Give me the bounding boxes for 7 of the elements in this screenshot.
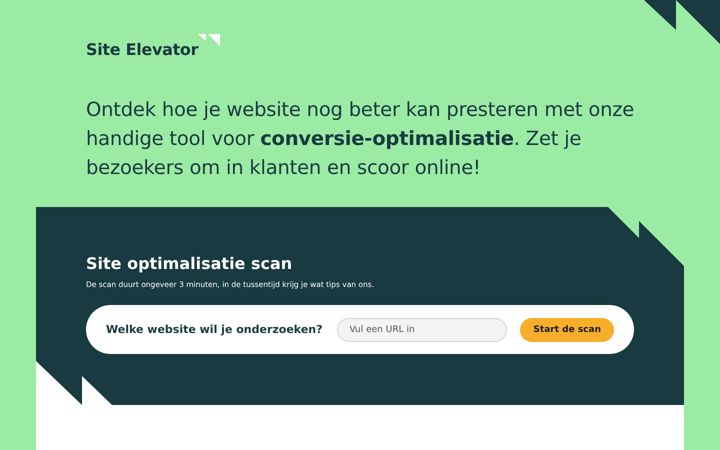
url-input-field[interactable]: Vul een URL in bbox=[336, 318, 508, 342]
logo-icon bbox=[198, 34, 220, 48]
brand-name: Site Elevator bbox=[86, 40, 198, 59]
scan-title: Site optimalisatie scan bbox=[86, 254, 294, 273]
url-question: Welke website wil je onderzoeken? bbox=[106, 323, 322, 336]
start-scan-button[interactable]: Start de scan bbox=[520, 318, 614, 342]
intro-text: Ontdek hoe je website nog beter kan presteren met onze handige tool voor conversie-optimalisatie. Zet je bezoekers om in klanten en scoor online! bbox=[86, 97, 636, 181]
